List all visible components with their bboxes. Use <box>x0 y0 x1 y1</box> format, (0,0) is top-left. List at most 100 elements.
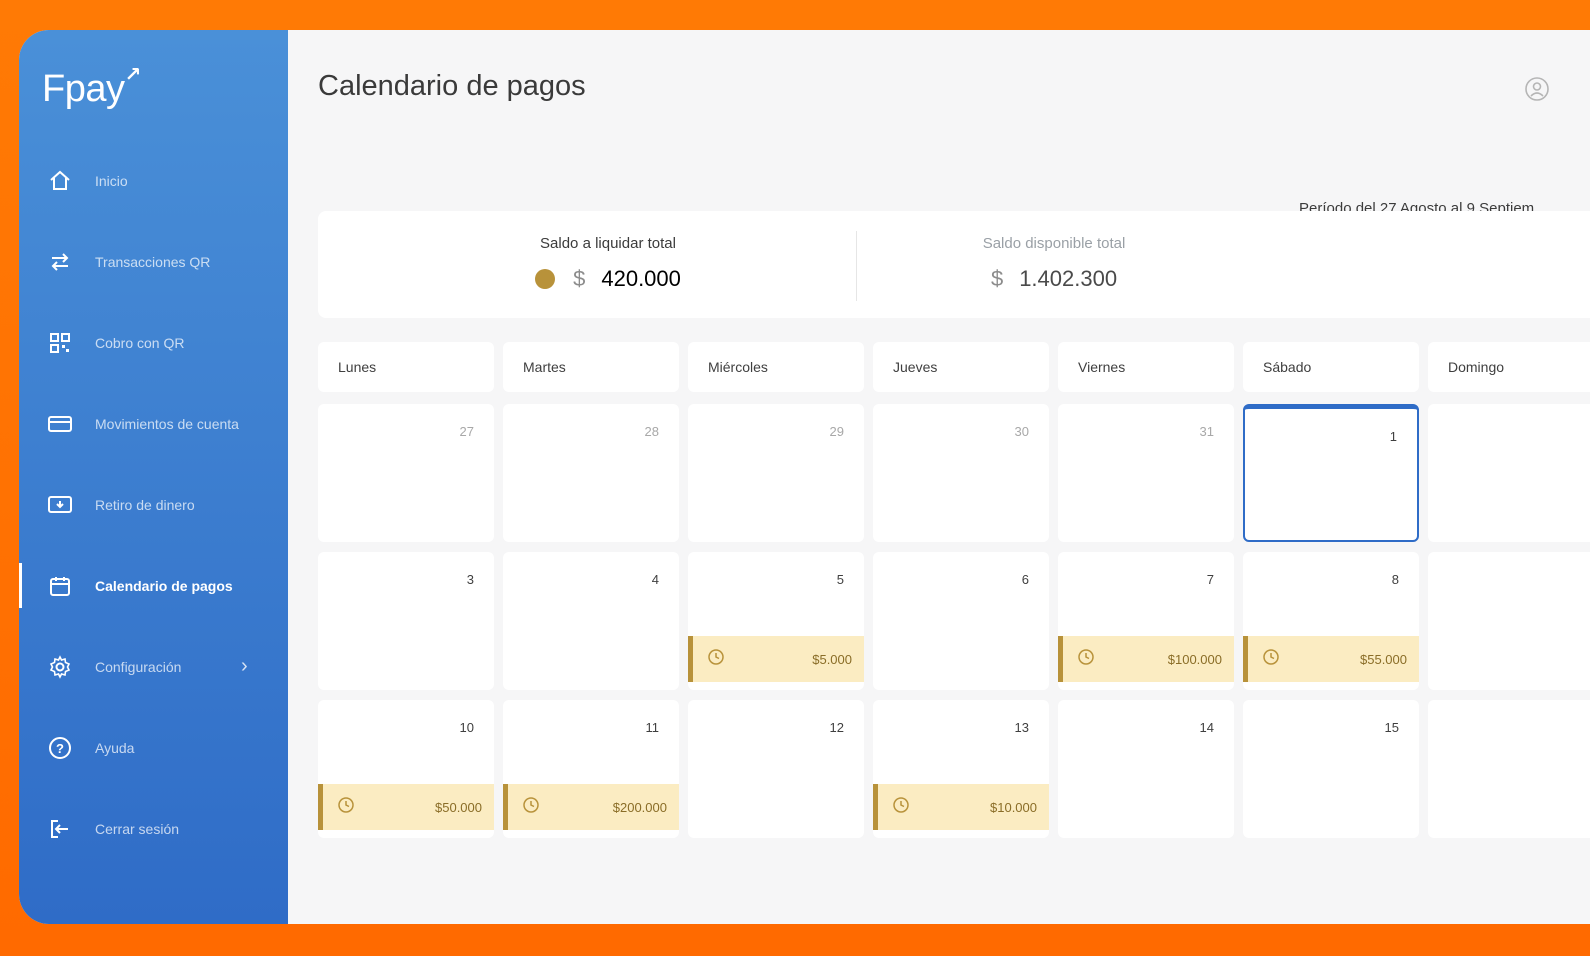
calendar-day-cell[interactable]: 30 <box>873 404 1049 542</box>
day-number: 10 <box>459 720 474 735</box>
day-number: 11 <box>645 720 660 735</box>
payment-amount: $5.000 <box>812 651 852 667</box>
day-number: 15 <box>1384 720 1399 735</box>
sidebar-item-cerrar-sesion[interactable]: Cerrar sesión <box>19 788 288 869</box>
summary-divider <box>856 231 857 301</box>
scheduled-payment[interactable]: $55.000 <box>1243 636 1419 682</box>
sidebar-item-inicio[interactable]: Inicio <box>19 140 288 221</box>
user-icon[interactable] <box>1524 76 1550 102</box>
day-header: Miércoles <box>688 342 864 392</box>
scheduled-payment[interactable]: $5.000 <box>688 636 864 682</box>
card-icon <box>45 409 75 439</box>
sidebar-item-calendario[interactable]: Calendario de pagos <box>19 545 288 626</box>
day-header: Jueves <box>873 342 1049 392</box>
clock-icon <box>707 648 725 671</box>
sidebar-item-label: Configuración <box>95 658 182 675</box>
sidebar-item-label: Inicio <box>95 172 128 189</box>
home-icon <box>45 166 75 196</box>
available-balance-value: 1.402.300 <box>1019 266 1118 291</box>
logo-text: Fpay <box>42 68 125 110</box>
main-content: Calendario de pagos Período del 27 Agost… <box>288 30 1590 924</box>
logout-icon <box>45 814 75 844</box>
sidebar-item-movimientos[interactable]: Movimientos de cuenta <box>19 383 288 464</box>
calendar-day-cell[interactable]: 31 <box>1058 404 1234 542</box>
total-to-settle-value: 420.000 <box>601 266 681 291</box>
sidebar: Fpay↗ Inicio Transacciones QR Cobro con … <box>19 30 288 924</box>
scheduled-payment[interactable]: $100.000 <box>1058 636 1234 682</box>
app-window: Fpay↗ Inicio Transacciones QR Cobro con … <box>19 30 1590 924</box>
scheduled-payment[interactable]: $50.000 <box>318 784 494 830</box>
calendar-day-cell[interactable] <box>1428 552 1590 690</box>
calendar-day-cell[interactable]: 27 <box>318 404 494 542</box>
calendar-day-cell[interactable]: 6 <box>873 552 1049 690</box>
day-number: 4 <box>651 572 659 587</box>
calendar-day-cell[interactable]: 5 $5.000 <box>688 552 864 690</box>
balance-summary-card: Saldo a liquidar total $420.000 Saldo di… <box>318 211 1590 318</box>
chevron-right-icon: › <box>241 655 248 677</box>
sidebar-item-transacciones-qr[interactable]: Transacciones QR <box>19 221 288 302</box>
logo-mark: ↗ <box>124 64 141 87</box>
day-header: Martes <box>503 342 679 392</box>
scheduled-payment[interactable]: $10.000 <box>873 784 1049 830</box>
day-header: Lunes <box>318 342 494 392</box>
calendar-day-cell[interactable]: 13 $10.000 <box>873 700 1049 838</box>
sidebar-item-label: Calendario de pagos <box>95 577 233 594</box>
sidebar-item-label: Transacciones QR <box>95 253 211 270</box>
sidebar-item-label: Ayuda <box>95 739 135 756</box>
calendar-day-cell[interactable] <box>1428 404 1590 542</box>
cash-withdraw-icon <box>45 490 75 520</box>
clock-icon <box>337 796 355 819</box>
day-header: Sábado <box>1243 342 1419 392</box>
calendar-day-cell[interactable]: 7 $100.000 <box>1058 552 1234 690</box>
clock-icon <box>1262 648 1280 671</box>
day-number: 13 <box>1014 720 1029 735</box>
day-header: Viernes <box>1058 342 1234 392</box>
calendar-day-cell[interactable]: 10 $50.000 <box>318 700 494 838</box>
payment-amount: $200.000 <box>612 799 667 815</box>
help-icon: ? <box>45 733 75 763</box>
payment-amount: $50.000 <box>435 799 482 815</box>
sidebar-nav: Inicio Transacciones QR Cobro con QR Mov… <box>19 140 288 869</box>
calendar-day-cell[interactable] <box>1428 700 1590 838</box>
calendar-day-cell[interactable]: 1 <box>1243 404 1419 542</box>
sidebar-item-label: Retiro de dinero <box>95 496 195 513</box>
fpay-logo[interactable]: Fpay↗ <box>42 64 141 111</box>
scheduled-payment[interactable]: $200.000 <box>503 784 679 830</box>
calendar-day-cell[interactable]: 11 $200.000 <box>503 700 679 838</box>
day-number: 5 <box>836 572 844 587</box>
calendar-day-cell[interactable]: 14 <box>1058 700 1234 838</box>
sidebar-item-configuracion[interactable]: Configuración › <box>19 626 288 707</box>
calendar-day-cell[interactable]: 28 <box>503 404 679 542</box>
status-dot-icon <box>535 269 556 289</box>
sidebar-item-ayuda[interactable]: ? Ayuda <box>19 707 288 788</box>
day-number: 27 <box>459 424 474 439</box>
calendar-day-cell[interactable]: 15 <box>1243 700 1419 838</box>
calendar-day-cell[interactable]: 8 $55.000 <box>1243 552 1419 690</box>
day-number: 30 <box>1014 424 1029 439</box>
svg-text:?: ? <box>56 741 64 756</box>
day-number: 12 <box>829 720 844 735</box>
day-number: 1 <box>1389 429 1397 444</box>
calendar-day-cell[interactable]: 29 <box>688 404 864 542</box>
day-number: 31 <box>1199 424 1214 439</box>
day-number: 3 <box>466 572 474 587</box>
calendar-day-cell[interactable]: 4 <box>503 552 679 690</box>
currency-symbol: $ <box>990 266 1004 291</box>
transfer-arrows-icon <box>45 247 75 277</box>
day-number: 14 <box>1199 720 1214 735</box>
calendar-icon <box>45 571 75 601</box>
sidebar-item-label: Cerrar sesión <box>95 820 180 837</box>
gear-icon <box>45 652 75 682</box>
sidebar-item-retiro[interactable]: Retiro de dinero <box>19 464 288 545</box>
payment-amount: $10.000 <box>990 799 1037 815</box>
calendar-day-cell[interactable]: 3 <box>318 552 494 690</box>
calendar-day-cell[interactable]: 12 <box>688 700 864 838</box>
clock-icon <box>1077 648 1095 671</box>
page-title: Calendario de pagos <box>318 70 586 102</box>
sidebar-item-label: Cobro con QR <box>95 334 185 351</box>
day-number: 28 <box>644 424 659 439</box>
clock-icon <box>522 796 540 819</box>
total-to-settle-amount: $420.000 <box>458 266 758 292</box>
day-number: 8 <box>1391 572 1399 587</box>
sidebar-item-cobro-qr[interactable]: Cobro con QR <box>19 302 288 383</box>
